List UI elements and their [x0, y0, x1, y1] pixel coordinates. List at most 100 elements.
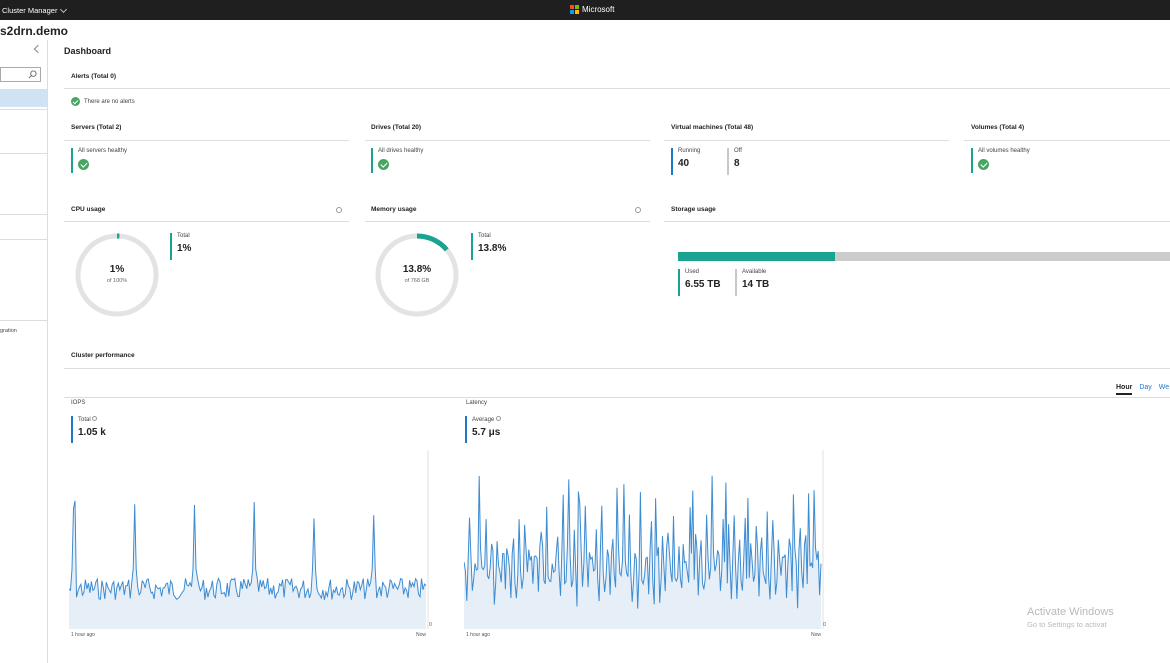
storage-bar [678, 252, 1170, 261]
watermark-line1: Activate Windows [1027, 606, 1114, 618]
app-name: Cluster Manager [2, 6, 58, 15]
alerts-status: There are no alerts [71, 97, 135, 106]
memory-total-label: Total [478, 233, 491, 239]
divider [664, 140, 949, 141]
chevron-down-icon [60, 5, 68, 13]
info-icon[interactable] [336, 207, 342, 213]
alerts-message: There are no alerts [84, 98, 135, 105]
microsoft-brand: Microsoft [570, 5, 614, 14]
cpu-center-value: 1% [109, 264, 125, 275]
memory-total: Total 13.8% [471, 233, 506, 260]
brand-name: Microsoft [582, 5, 615, 14]
left-nav [0, 40, 48, 663]
storage-title: Storage usage [671, 206, 716, 213]
storage-available-label: Available [742, 269, 767, 275]
app-switcher[interactable]: Cluster Manager [2, 5, 68, 15]
nav-item-partial[interactable]: gration [0, 328, 17, 334]
storage-used-label: Used [685, 269, 700, 275]
divider [64, 368, 1170, 369]
divider [64, 88, 1170, 89]
info-icon[interactable] [635, 207, 641, 213]
latency-x-end: Now [811, 632, 822, 638]
iops-total: Total 1.05 k [71, 416, 106, 443]
vms-running-label: Running [678, 148, 701, 154]
divider [64, 221, 349, 222]
memory-center: 13.8% of 768 GB [374, 264, 460, 284]
cpu-total-value: 1% [177, 243, 192, 254]
cpu-center-sub: of 100% [106, 278, 128, 284]
healthy-check-icon [78, 158, 89, 170]
watermark-line2: Go to Settings to activat [1027, 620, 1107, 629]
servers-status: All servers healthy [71, 148, 127, 173]
divider [964, 140, 1170, 141]
volumes-title[interactable]: Volumes (Total 4) [971, 124, 1024, 131]
storage-available-value: 14 TB [742, 279, 770, 290]
nav-divider [0, 239, 47, 240]
iops-total-label: Total [78, 416, 106, 423]
iops-chart [69, 450, 429, 629]
title-bar: Cluster Manager Microsoft [0, 0, 1170, 20]
healthy-check-icon [978, 158, 989, 170]
drives-status: All drives healthy [371, 148, 423, 173]
cpu-title: CPU usage [71, 206, 106, 213]
drives-status-label: All drives healthy [378, 148, 424, 154]
cpu-center: 1% of 100% [74, 264, 160, 284]
iops-x-end: Now [416, 632, 427, 638]
latency-average-value: 5.7 μs [472, 427, 501, 438]
healthy-check-icon [378, 158, 389, 170]
cluster-performance-title: Cluster performance [71, 352, 135, 359]
storage-used-value: 6.55 TB [685, 279, 721, 290]
time-range-tabs: Hour Day We [1116, 384, 1169, 395]
info-icon[interactable] [495, 416, 501, 421]
iops-total-value: 1.05 k [78, 427, 106, 438]
iops-title: IOPS [71, 400, 86, 406]
latency-y-min: 0 [823, 622, 826, 628]
tab-week[interactable]: We [1159, 384, 1169, 395]
vms-off-label: Off [734, 148, 742, 154]
latency-x-start: 1 hour ago [466, 632, 490, 638]
latency-title: Latency [466, 400, 488, 406]
iops-x-start: 1 hour ago [71, 632, 95, 638]
iops-y-min: 0 [429, 622, 432, 628]
latency-average: Average 5.7 μs [465, 416, 501, 443]
divider [365, 140, 650, 141]
tab-day[interactable]: Day [1139, 384, 1151, 395]
page-title: Dashboard [64, 46, 112, 56]
nav-item-dashboard[interactable] [0, 89, 47, 107]
divider [64, 397, 1170, 398]
microsoft-logo-icon [570, 5, 579, 14]
alerts-title: Alerts (Total 0) [71, 73, 117, 80]
main-content: Dashboard Alerts (Total 0) There are no … [49, 20, 1170, 663]
search-icon [28, 70, 37, 79]
info-icon[interactable] [92, 416, 98, 421]
storage-available: Available 14 TB [735, 269, 769, 296]
storage-bar-used [678, 252, 835, 261]
volumes-status: All volumes healthy [971, 148, 1030, 173]
memory-title: Memory usage [371, 206, 417, 213]
cpu-total: Total 1% [170, 233, 191, 260]
nav-search-input[interactable] [0, 67, 41, 82]
volumes-status-label: All volumes healthy [978, 148, 1030, 154]
vms-title[interactable]: Virtual machines (Total 48) [671, 124, 753, 131]
latency-area [464, 475, 821, 629]
latency-average-label: Average [472, 416, 501, 423]
healthy-check-icon [71, 97, 80, 106]
drives-title[interactable]: Drives (Total 20) [371, 124, 421, 131]
vms-off: Off 8 [727, 148, 742, 175]
divider [664, 221, 1170, 222]
nav-divider [0, 214, 47, 215]
tab-hour[interactable]: Hour [1116, 384, 1133, 395]
servers-title[interactable]: Servers (Total 2) [71, 124, 121, 131]
servers-status-label: All servers healthy [78, 148, 128, 154]
vms-running-value: 40 [678, 158, 690, 169]
cpu-total-label: Total [177, 233, 190, 239]
memory-total-value: 13.8% [478, 243, 507, 254]
memory-center-sub: of 768 GB [404, 278, 430, 284]
nav-divider [0, 153, 47, 154]
divider [64, 140, 349, 141]
nav-divider [0, 109, 47, 110]
latency-chart [464, 450, 824, 629]
vms-running: Running 40 [671, 148, 700, 175]
divider [365, 221, 650, 222]
activation-watermark: Activate Windows Go to Settings to activ… [1027, 606, 1114, 629]
